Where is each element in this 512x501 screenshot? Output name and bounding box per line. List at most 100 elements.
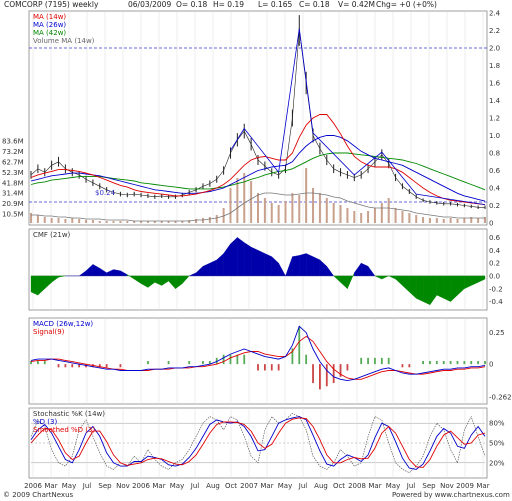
x-tick-label: Mar (476, 482, 489, 490)
cmf-segment (134, 275, 142, 284)
price-tick-label: 2.0 (489, 45, 500, 53)
cmf-tick-label: -0.2 (489, 285, 503, 293)
cmf-tick-label: 0.6 (489, 234, 501, 242)
open-readout: O= 0.18 (176, 0, 207, 9)
cmf-tick-label: 0.0 (489, 272, 500, 280)
cmf-segment (209, 259, 217, 277)
x-tick-label: May (170, 482, 184, 490)
price-tick-label: 1.4 (489, 97, 501, 105)
price-tick-label: 2.2 (489, 27, 500, 35)
cmf-segment (195, 265, 204, 277)
cmf-segment (113, 269, 121, 277)
x-tick-label: Mar (260, 482, 273, 490)
chart-canvas: COMCORP (7195) weekly 06/03/2009 O= 0.18… (2, 0, 512, 499)
legend-ma14: MA (14w) (33, 13, 66, 21)
cmf-segment (44, 275, 52, 290)
x-tick-label: May (278, 482, 292, 490)
volume-tick-label: 20.9M (2, 200, 24, 208)
x-tick-label: Aug (206, 482, 220, 490)
macd-panel-frame (28, 317, 488, 405)
cmf-segment (37, 275, 45, 296)
cmf-segment (443, 275, 451, 302)
ref-price-label: $0.24 (95, 189, 116, 197)
cmf-segment (340, 275, 348, 290)
macd-tick-label: 0.25 (489, 329, 505, 337)
cmf-segment (319, 259, 327, 277)
x-tick-label: Sep (98, 482, 112, 490)
stoch-tick-label: 50% (489, 440, 505, 448)
x-tick-label: Nov (116, 482, 130, 490)
copyright-text: © 2009 ChartNexus (3, 491, 74, 499)
cmf-segment (388, 275, 396, 280)
price-tick-label: 0.4 (489, 185, 501, 193)
volume-tick-label: 62.7M (2, 159, 24, 167)
x-tick-label: Mar (44, 482, 57, 490)
x-tick-label: Mar (152, 482, 165, 490)
cmf-segment (395, 275, 403, 286)
cmf-segment (347, 272, 355, 289)
cmf-segment (409, 275, 417, 299)
cmf-segment (416, 275, 424, 302)
cmf-segment (285, 256, 293, 277)
cmf-segment (92, 264, 100, 277)
cmf-segment (333, 275, 341, 283)
cmf-segment (168, 275, 176, 290)
cmf-segment (106, 269, 114, 277)
cmf-segment (422, 275, 431, 306)
cmf-segment (312, 256, 321, 277)
cmf-segment (237, 237, 245, 277)
legend-ma26: MA (26w) (33, 21, 66, 29)
legend-macd: MACD (26w,12w) (33, 320, 93, 328)
price-tick-label: 0.2 (489, 202, 500, 210)
cmf-segment (127, 274, 135, 280)
volume-tick-label: 73.2M (2, 148, 24, 156)
cmf-segment (326, 265, 334, 277)
x-tick-label: Oct (225, 482, 237, 490)
x-tick-label: 2007 (240, 482, 258, 490)
macd-tick-label: 0 (489, 361, 493, 369)
x-tick-label: 2008 (348, 482, 366, 490)
price-tick-label: 0 (489, 220, 493, 228)
macd-tick-label: -0.262 (489, 394, 512, 402)
x-tick-label: Aug (314, 482, 328, 490)
symbol-title: COMCORP (7195) weekly (4, 0, 99, 9)
cmf-segment (120, 270, 128, 277)
legend-stoch-d: %D (3) (33, 418, 57, 426)
cmf-segment (147, 275, 155, 288)
cmf-segment (429, 275, 437, 306)
x-tick-label: Jul (406, 482, 416, 490)
legend-signal: Signal(9) (33, 328, 65, 336)
price-series (30, 15, 486, 209)
low-readout: L= 0.165 (258, 0, 293, 9)
x-tick-label: 2006 (24, 482, 42, 490)
cmf-segment (381, 275, 389, 280)
cmf-segment (189, 272, 197, 277)
cmf-segment (361, 262, 369, 277)
cmf-tick-label: 0.2 (489, 260, 500, 268)
cmf-segment (402, 275, 410, 293)
high-readout: H= 0.19 (213, 0, 244, 9)
cmf-segment (306, 253, 314, 277)
cmf-segment (244, 242, 252, 277)
macd-line (30, 325, 486, 382)
cmf-segment (278, 263, 286, 277)
cmf-segment (161, 275, 169, 286)
x-tick-label: Sep (422, 482, 436, 490)
cmf-segment (230, 237, 238, 277)
legend-ma42: MA (42w) (33, 29, 66, 37)
cmf-segment (51, 275, 59, 283)
cmf-segment (140, 275, 149, 288)
cmf-segment (175, 275, 183, 290)
cmf-area (30, 237, 486, 306)
price-tick-label: 1.0 (489, 132, 500, 140)
legend-volume-ma: Volume MA (14w) (33, 37, 95, 45)
cmf-segment (58, 275, 66, 278)
cmf-segment (202, 262, 210, 277)
x-tick-label: 2006 (132, 482, 150, 490)
cmf-segment (271, 256, 279, 277)
price-tick-label: 0.8 (489, 150, 500, 158)
close-line (30, 30, 485, 208)
stoch-tick-label: 20% (489, 459, 505, 467)
cmf-segment (264, 253, 272, 277)
x-tick-label: May (386, 482, 400, 490)
